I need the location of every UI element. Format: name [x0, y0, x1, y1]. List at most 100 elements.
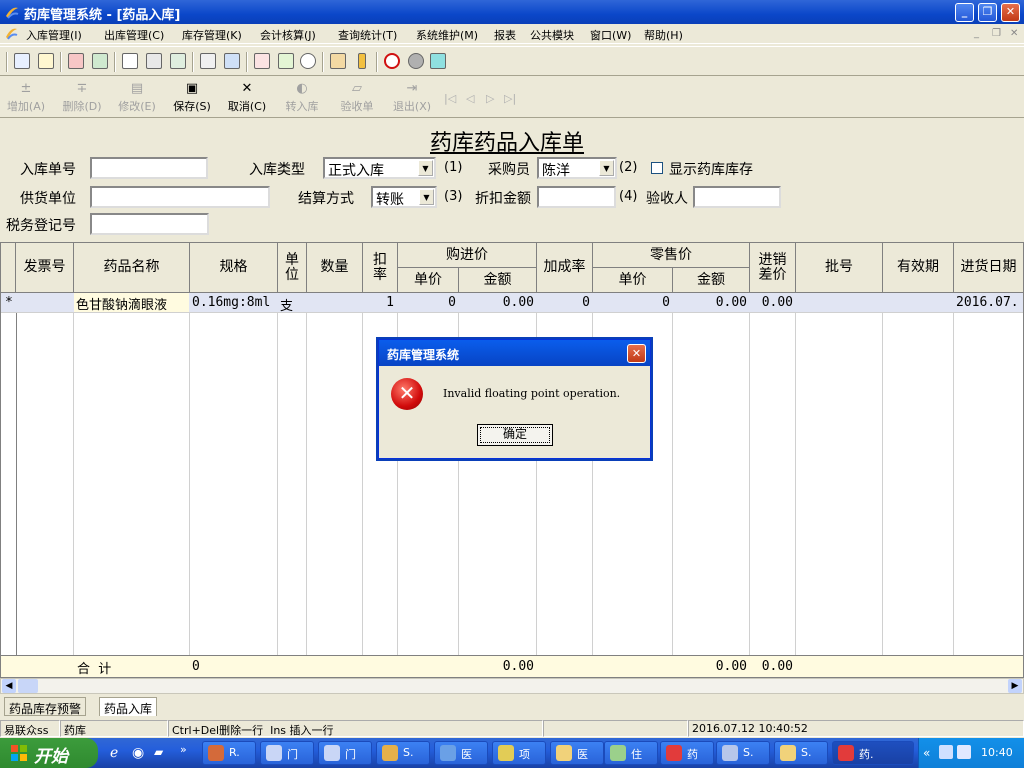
chevron-down-icon[interactable]: ▼	[419, 189, 434, 205]
taskbar-button[interactable]: S.	[716, 741, 770, 765]
cell-spec[interactable]: 0.16mg:8ml	[192, 295, 276, 310]
table-row[interactable]: * 色甘酸钠滴眼液 0.16mg:8ml 支 1 0 0.00 0 0 0.00…	[1, 293, 1023, 314]
menu-inbound[interactable]: 入库管理(I)	[26, 27, 82, 43]
col-name[interactable]: 药品名称	[74, 243, 190, 293]
taskbar-button[interactable]: 门	[260, 741, 314, 765]
col-retail-unit[interactable]: 单价	[593, 268, 673, 293]
cell-purchase-unit[interactable]: 0	[398, 295, 456, 310]
taskbar-button[interactable]: 医	[434, 741, 488, 765]
discount-input[interactable]	[537, 186, 616, 208]
col-purchase-amount[interactable]: 金额	[459, 268, 537, 293]
checkbox-icon[interactable]	[92, 53, 108, 69]
tools-icon[interactable]	[278, 53, 294, 69]
modify-button[interactable]: ▤ 修改(E)	[111, 80, 163, 116]
col-spec[interactable]: 规格	[190, 243, 278, 293]
cell-purchase-amount[interactable]: 0.00	[459, 295, 534, 310]
cell-deduct[interactable]: 1	[363, 295, 394, 310]
card-icon[interactable]	[146, 53, 162, 69]
col-diff[interactable]: 进销差价	[750, 243, 796, 293]
taskbar-button[interactable]: 门	[318, 741, 372, 765]
dialog-close-button[interactable]: ✕	[627, 344, 646, 363]
menu-reports[interactable]: 报表	[494, 27, 516, 43]
report-icon[interactable]	[254, 53, 270, 69]
document-red-icon[interactable]	[68, 53, 84, 69]
col-purchase-unit[interactable]: 单价	[398, 268, 459, 293]
first-record-icon[interactable]: |◁	[444, 92, 456, 105]
buyer-select[interactable]: 陈洋 ▼	[537, 157, 617, 179]
tray-expand-icon[interactable]: «	[923, 746, 930, 760]
taskbar-button[interactable]: R.	[202, 741, 256, 765]
cell-retail-unit[interactable]: 0	[593, 295, 670, 310]
show-stock-checkbox[interactable]	[651, 162, 663, 174]
minimize-button[interactable]: _	[955, 3, 974, 22]
scroll-left-icon[interactable]: ◀	[2, 679, 16, 693]
taskbar-button[interactable]: 医	[550, 741, 604, 765]
chevron-down-icon[interactable]: ▼	[599, 160, 614, 176]
add-button[interactable]: ± 增加(A)	[0, 80, 52, 116]
desktop-quicklaunch-icon[interactable]: ▰	[154, 745, 170, 761]
col-purchase[interactable]: 购进价	[398, 243, 537, 268]
cell-name[interactable]: 色甘酸钠滴眼液	[74, 293, 189, 312]
tab-drug-inbound[interactable]: 药品入库	[99, 697, 158, 716]
menu-outbound[interactable]: 出库管理(C)	[104, 27, 164, 43]
browser-quicklaunch-icon[interactable]: ◉	[132, 745, 148, 761]
type-select[interactable]: 正式入库 ▼	[323, 157, 436, 179]
col-retail[interactable]: 零售价	[593, 243, 750, 268]
last-record-icon[interactable]: ▷|	[504, 92, 516, 105]
ok-button[interactable]: 确定	[477, 424, 553, 446]
ie-quicklaunch-icon[interactable]: ℯ	[110, 745, 126, 761]
tax-input[interactable]	[90, 213, 209, 235]
chevron-down-icon[interactable]: ▼	[418, 160, 433, 176]
transfer-button[interactable]: ◐ 转入库	[276, 80, 328, 116]
box-icon[interactable]	[330, 53, 346, 69]
save-button[interactable]: ▣ 保存(S)	[166, 80, 218, 116]
menu-accounting[interactable]: 会计核算(J)	[260, 27, 316, 43]
cell-diff[interactable]: 0.00	[750, 295, 793, 310]
calculator-icon[interactable]	[200, 53, 216, 69]
taskbar-button[interactable]: 住	[604, 741, 658, 765]
network-icon[interactable]	[939, 745, 953, 759]
col-markup[interactable]: 加成率	[537, 243, 593, 293]
prev-record-icon[interactable]: ◁	[466, 92, 474, 105]
cancel-button[interactable]: ✕ 取消(C)	[221, 80, 273, 116]
col-expiry[interactable]: 有效期	[883, 243, 954, 293]
menu-public[interactable]: 公共模块	[530, 27, 574, 43]
magnifier-icon[interactable]	[300, 53, 316, 69]
col-deduct[interactable]: 扣率	[363, 243, 398, 293]
restore-button[interactable]: ❐	[978, 3, 997, 22]
list-icon[interactable]	[170, 53, 186, 69]
scroll-right-icon[interactable]: ▶	[1008, 679, 1022, 693]
col-date[interactable]: 进货日期	[954, 243, 1024, 293]
clipboard-icon[interactable]	[122, 53, 138, 69]
inspect-button[interactable]: ▱ 验收单	[331, 80, 383, 116]
supplier-input[interactable]	[90, 186, 270, 208]
taskbar-button[interactable]: 项	[492, 741, 546, 765]
menu-query[interactable]: 查询统计(T)	[338, 27, 397, 43]
col-batch[interactable]: 批号	[796, 243, 883, 293]
taskbar-button[interactable]: 药	[660, 741, 714, 765]
close-button[interactable]: ✕	[1001, 3, 1020, 22]
cell-date[interactable]: 2016.07.	[956, 295, 1023, 310]
menu-stock[interactable]: 库存管理(K)	[182, 27, 242, 43]
enter-icon[interactable]	[14, 53, 30, 69]
sphere-icon[interactable]	[408, 53, 424, 69]
stop-icon[interactable]	[384, 53, 400, 69]
taskbar-button-active[interactable]: 药.	[832, 741, 914, 765]
menu-maintenance[interactable]: 系统维护(M)	[416, 27, 478, 43]
order-no-input[interactable]	[90, 157, 208, 179]
mdi-close-icon[interactable]: ✕	[1010, 28, 1018, 39]
scroll-thumb[interactable]	[18, 679, 38, 693]
taskbar-button[interactable]: S.	[774, 741, 828, 765]
horizontal-scrollbar[interactable]: ◀ ▶	[0, 678, 1024, 694]
menu-help[interactable]: 帮助(H)	[644, 27, 683, 43]
exit-button[interactable]: ⇥ 退出(X)	[386, 80, 438, 116]
start-button[interactable]: 开始	[0, 738, 98, 768]
settle-select[interactable]: 转账 ▼	[371, 186, 437, 208]
cell-retail-amount[interactable]: 0.00	[673, 295, 747, 310]
col-qty[interactable]: 数量	[307, 243, 363, 293]
taskbar-button[interactable]: S.	[376, 741, 430, 765]
tab-stock-alert[interactable]: 药品库存预警	[4, 697, 87, 716]
items-grid[interactable]: 发票号 药品名称 规格 单位 数量 扣率 购进价 单价 金额 加成率 零售价 单…	[0, 242, 1024, 678]
mdi-minimize-icon[interactable]: _	[974, 28, 979, 39]
cell-markup[interactable]: 0	[537, 295, 590, 310]
